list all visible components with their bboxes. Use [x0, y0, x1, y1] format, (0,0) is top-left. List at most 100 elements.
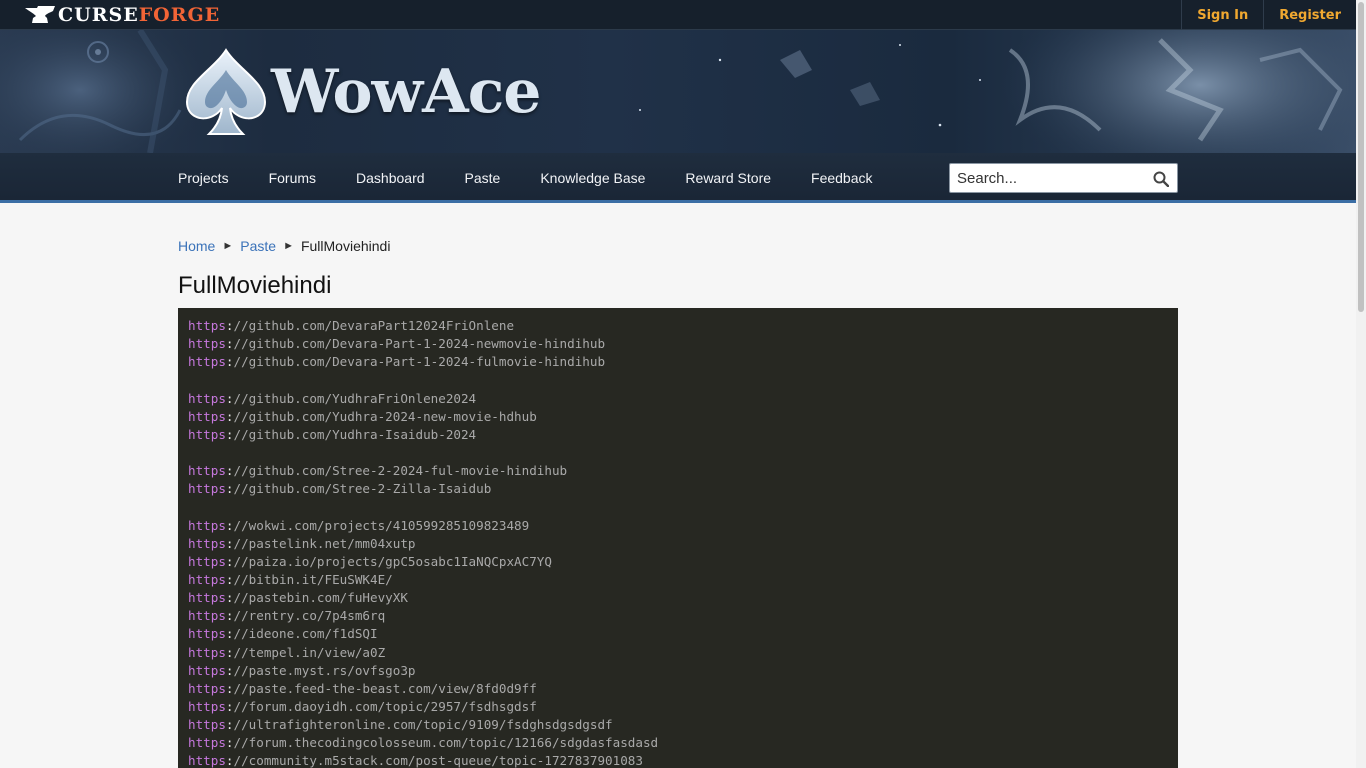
code-line-colon: : — [225, 463, 234, 479]
search-icon[interactable] — [1153, 171, 1169, 187]
code-line: https://bitbin.it/FEuSWK4E/ — [188, 571, 1168, 589]
code-line: https://wokwi.com/projects/4105992851098… — [188, 517, 1168, 535]
code-line-scheme: https — [188, 590, 226, 606]
code-line: https://github.com/Devara-Part-1-2024-ne… — [188, 335, 1168, 353]
code-line-colon: : — [225, 517, 234, 533]
code-line: https://forum.daoyidh.com/topic/2957/fsd… — [188, 698, 1168, 716]
code-line-colon: : — [225, 590, 234, 606]
code-line-colon: : — [225, 735, 234, 751]
code-line: https://github.com/Yudhra-Isaidub-2024 — [188, 426, 1168, 444]
sign-in-link[interactable]: Sign In — [1181, 0, 1263, 30]
code-line-scheme: https — [188, 463, 226, 479]
code-line: https://github.com/DevaraPart12024FriOnl… — [188, 317, 1168, 335]
breadcrumb-separator-icon: ► — [283, 240, 294, 252]
code-line: https://paste.myst.rs/ovfsgo3p — [188, 662, 1168, 680]
nav-feedback[interactable]: Feedback — [811, 170, 872, 186]
main-nav: Projects Forums Dashboard Paste Knowledg… — [0, 153, 1356, 203]
code-line-url: //ultrafighteronline.com/topic/9109/fsdg… — [233, 717, 613, 733]
code-line-url: //github.com/Yudhra-Isaidub-2024 — [233, 426, 477, 442]
code-line-scheme: https — [188, 318, 226, 333]
code-line: https://tempel.in/view/a0Z — [188, 644, 1168, 662]
search-input[interactable] — [950, 164, 1150, 192]
code-line: https://pastelink.net/mm04xutp — [188, 535, 1168, 553]
logo-text-forge: FORGE — [138, 4, 221, 26]
code-line-colon: : — [225, 481, 234, 497]
code-line-url: //github.com/Devara-Part-1-2024-fulmovie… — [233, 354, 606, 370]
anvil-icon — [25, 6, 55, 23]
breadcrumb-home[interactable]: Home — [178, 238, 215, 254]
logo-text-curse: CURSE — [58, 4, 139, 26]
code-line-scheme: https — [188, 517, 226, 533]
code-line: https://pastebin.com/fuHevyXK — [188, 589, 1168, 607]
code-line: https://github.com/Stree-2-2024-ful-movi… — [188, 462, 1168, 480]
code-line-url: //forum.daoyidh.com/topic/2957/fsdhsgdsf — [233, 698, 537, 714]
code-line: https://github.com/Stree-2-Zilla-Isaidub — [188, 480, 1168, 498]
code-line-colon: : — [225, 336, 234, 352]
code-line-scheme: https — [188, 336, 226, 352]
code-line: https://forum.thecodingcolosseum.com/top… — [188, 734, 1168, 752]
breadcrumb-paste[interactable]: Paste — [240, 238, 276, 254]
code-line-colon: : — [225, 644, 234, 660]
code-line-colon: : — [225, 626, 234, 642]
code-line-scheme: https — [188, 680, 226, 696]
code-line-url: //github.com/YudhraFriOnlene2024 — [233, 390, 477, 406]
code-line-url: //ideone.com/f1dSQI — [233, 626, 378, 642]
code-line: https://ultrafighteronline.com/topic/910… — [188, 716, 1168, 734]
code-line-scheme: https — [188, 608, 226, 624]
nav-paste[interactable]: Paste — [465, 170, 501, 186]
curseforge-logo[interactable]: CURSEFORGE — [24, 5, 220, 25]
code-line-url: //github.com/Yudhra-2024-new-movie-hdhub — [233, 408, 537, 424]
code-line-scheme: https — [188, 535, 226, 551]
code-line-scheme: https — [188, 735, 226, 751]
scrollbar-thumb[interactable] — [1358, 2, 1364, 312]
code-line-scheme: https — [188, 753, 226, 768]
code-line-url: //wokwi.com/projects/410599285109823489 — [233, 517, 530, 533]
code-line-url: //github.com/Stree-2-Zilla-Isaidub — [233, 481, 492, 497]
code-line-url: //paiza.io/projects/gpC5osabc1IaNQCpxAC7… — [233, 553, 552, 569]
nav-dashboard[interactable]: Dashboard — [356, 170, 425, 186]
code-line-scheme: https — [188, 354, 226, 370]
breadcrumb-separator-icon: ► — [222, 240, 234, 252]
code-line-colon: : — [225, 390, 234, 406]
code-line-colon: : — [225, 608, 234, 624]
paste-code-block: https://github.com/DevaraPart12024FriOnl… — [178, 308, 1178, 768]
account-links: Sign In Register — [1181, 0, 1356, 30]
code-line-scheme: https — [188, 408, 226, 424]
code-line-colon: : — [225, 408, 234, 424]
code-line-colon: : — [225, 426, 234, 442]
wowace-logo[interactable]: WowAce — [183, 48, 541, 136]
code-line-url: //github.com/Devara-Part-1-2024-newmovie… — [233, 336, 606, 352]
code-line-colon: : — [225, 698, 234, 714]
code-line-scheme: https — [188, 481, 226, 497]
breadcrumb-current: FullMoviehindi — [300, 238, 391, 254]
code-line-colon: : — [225, 318, 234, 333]
code-line-url: //forum.thecodingcolosseum.com/topic/121… — [233, 735, 659, 751]
code-line-scheme: https — [188, 698, 226, 714]
register-link[interactable]: Register — [1263, 0, 1356, 30]
nav-projects[interactable]: Projects — [178, 170, 229, 186]
nav-knowledge-base[interactable]: Knowledge Base — [540, 170, 645, 186]
code-line: https://github.com/YudhraFriOnlene2024 — [188, 390, 1168, 408]
code-line-scheme: https — [188, 390, 226, 406]
site-banner: WowAce — [0, 30, 1356, 153]
code-line-scheme: https — [188, 662, 226, 678]
code-line: https://ideone.com/f1dSQI — [188, 625, 1168, 643]
code-line-colon: : — [225, 753, 234, 768]
page-scrollbar[interactable] — [1356, 0, 1366, 768]
code-line-colon: : — [225, 717, 234, 733]
code-line-url: //github.com/Stree-2-2024-ful-movie-hind… — [233, 463, 568, 479]
code-line-colon: : — [225, 662, 234, 678]
code-line-url: //pastebin.com/fuHevyXK — [233, 590, 408, 606]
code-line: https://github.com/Devara-Part-1-2024-fu… — [188, 353, 1168, 371]
nav-reward-store[interactable]: Reward Store — [685, 170, 771, 186]
code-line-url: //rentry.co/7p4sm6rq — [233, 608, 386, 624]
code-line-url: //paste.feed-the-beast.com/view/8fd0d9ff — [233, 680, 537, 696]
code-line: https://rentry.co/7p4sm6rq — [188, 607, 1168, 625]
code-line-scheme: https — [188, 426, 226, 442]
nav-forums[interactable]: Forums — [269, 170, 316, 186]
site-name: WowAce — [271, 57, 541, 127]
nav-menu: Projects Forums Dashboard Paste Knowledg… — [178, 153, 913, 203]
top-bar: CURSEFORGE Sign In Register — [0, 0, 1356, 30]
code-line-url: //paste.myst.rs/ovfsgo3p — [233, 662, 416, 678]
